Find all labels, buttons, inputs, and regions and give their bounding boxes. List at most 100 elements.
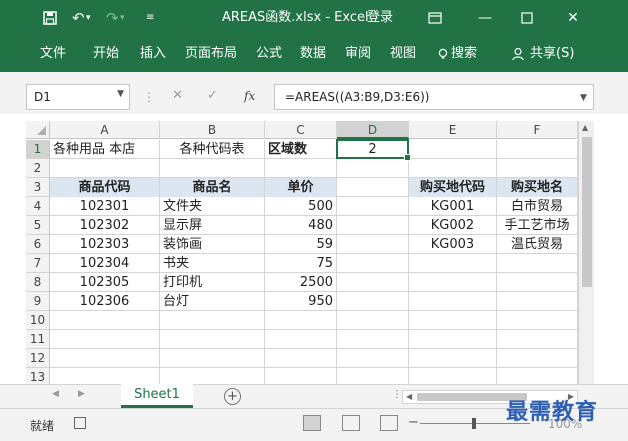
zoom-out-icon[interactable]: − — [408, 415, 419, 430]
cell-f6[interactable]: 温氏贸易 — [497, 235, 577, 254]
column-header-d[interactable]: D — [337, 121, 409, 139]
cell-b4[interactable]: 文件夹 — [160, 197, 264, 216]
select-all-button[interactable] — [26, 121, 50, 139]
worksheet-grid[interactable]: ▲ A B C D E F 1 2 3 4 5 6 7 8 9 10 11 12 13 各种用品 本店 各种代码表 区域数… — [0, 114, 628, 384]
maximize-icon[interactable] — [516, 8, 538, 28]
row-header-8[interactable]: 8 — [26, 273, 50, 292]
column-header-c[interactable]: C — [265, 121, 337, 139]
cell-a4[interactable]: 102301 — [50, 197, 159, 216]
scroll-up-icon[interactable]: ▲ — [582, 123, 588, 132]
row-header-13[interactable]: 13 — [26, 368, 50, 384]
tab-home[interactable]: 开始 — [93, 46, 119, 62]
cell-b5[interactable]: 显示屏 — [160, 216, 264, 235]
cell-a9[interactable]: 102306 — [50, 292, 159, 311]
sheet-tab-sheet1[interactable]: Sheet1 — [121, 384, 193, 408]
quick-access-dropdown-icon[interactable]: ≡ — [146, 9, 154, 27]
cell-b6[interactable]: 装饰画 — [160, 235, 264, 254]
undo-icon[interactable]: ↶ — [72, 9, 85, 27]
row-header-2[interactable]: 2 — [26, 159, 50, 178]
tab-file[interactable]: 文件 — [40, 46, 66, 62]
tab-formulas[interactable]: 公式 — [256, 46, 282, 62]
floppy-disk-icon[interactable] — [42, 9, 58, 27]
close-icon[interactable]: ✕ — [562, 8, 584, 28]
expand-formula-bar-icon[interactable]: ▼ — [574, 84, 594, 110]
cell-a8[interactable]: 102305 — [50, 273, 159, 292]
cell-e3[interactable]: 购买地代码 — [409, 178, 496, 197]
cell-c1[interactable]: 区域数 — [265, 140, 336, 159]
row-header-11[interactable]: 11 — [26, 330, 50, 349]
row-header-6[interactable]: 6 — [26, 235, 50, 254]
next-sheet-icon[interactable]: ▶ — [78, 389, 85, 399]
tab-review[interactable]: 审阅 — [345, 46, 371, 62]
formula-bar-splitter[interactable]: ⋮ — [143, 90, 155, 104]
page-layout-view-icon[interactable] — [342, 415, 360, 431]
macro-record-icon[interactable] — [74, 417, 86, 429]
login-link[interactable]: 登录 — [367, 10, 393, 26]
cell-c8[interactable]: 2500 — [265, 273, 336, 292]
share-button[interactable]: 共享(S) — [530, 46, 574, 62]
row-header-4[interactable]: 4 — [26, 197, 50, 216]
column-header-e[interactable]: E — [409, 121, 497, 139]
row-header-7[interactable]: 7 — [26, 254, 50, 273]
tab-data[interactable]: 数据 — [300, 46, 326, 62]
tell-me-search[interactable]: 搜索 — [451, 46, 477, 62]
cell-b7[interactable]: 书夹 — [160, 254, 264, 273]
cell-b9[interactable]: 台灯 — [160, 292, 264, 311]
cell-b1[interactable]: 各种代码表 — [160, 140, 264, 159]
tab-page-layout[interactable]: 页面布局 — [185, 46, 237, 62]
cell-e4[interactable]: KG001 — [409, 197, 496, 216]
column-header-a[interactable]: A — [50, 121, 160, 139]
vertical-scroll-thumb[interactable] — [582, 137, 592, 287]
cell-a3[interactable]: 商品代码 — [50, 178, 159, 197]
zoom-slider-handle[interactable] — [472, 418, 476, 429]
cell-c9[interactable]: 950 — [265, 292, 336, 311]
tab-view[interactable]: 视图 — [390, 46, 416, 62]
cancel-entry-icon[interactable]: ✕ — [172, 88, 183, 103]
page-break-view-icon[interactable] — [380, 415, 398, 431]
cell-a1[interactable]: 各种用品 本店 — [50, 140, 159, 159]
cell-b3[interactable]: 商品名 — [160, 178, 264, 197]
formula-text: =AREAS((A3:B9,D3:E6)) — [285, 90, 430, 104]
row-header-12[interactable]: 12 — [26, 349, 50, 368]
row-header-10[interactable]: 10 — [26, 311, 50, 330]
tab-splitter-icon[interactable]: ⋮ — [392, 389, 402, 400]
previous-sheet-icon[interactable]: ◀ — [52, 389, 59, 399]
chevron-down-icon[interactable]: ▼ — [117, 89, 124, 99]
cell-b8[interactable]: 打印机 — [160, 273, 264, 292]
cell-c3[interactable]: 单价 — [265, 178, 336, 197]
column-header-b[interactable]: B — [160, 121, 265, 139]
cell-c7[interactable]: 75 — [265, 254, 336, 273]
cell-f3[interactable]: 购买地名 — [497, 178, 577, 197]
row-header-3[interactable]: 3 — [26, 178, 50, 197]
share-person-icon[interactable] — [512, 47, 526, 61]
confirm-entry-icon[interactable]: ✓ — [207, 88, 218, 103]
cell-e6[interactable]: KG003 — [409, 235, 496, 254]
redo-icon[interactable]: ↷ — [106, 9, 119, 27]
row-header-5[interactable]: 5 — [26, 216, 50, 235]
ribbon-display-options-icon[interactable] — [424, 8, 446, 28]
row-header-1[interactable]: 1 — [26, 140, 50, 159]
column-header-f[interactable]: F — [497, 121, 578, 139]
cell-c6[interactable]: 59 — [265, 235, 336, 254]
insert-function-icon[interactable]: fx — [244, 89, 255, 103]
formula-input[interactable]: =AREAS((A3:B9,D3:E6)) — [274, 84, 594, 110]
cell-a7[interactable]: 102304 — [50, 254, 159, 273]
normal-view-icon[interactable] — [303, 415, 321, 431]
cell-c5[interactable]: 480 — [265, 216, 336, 235]
minimize-icon[interactable]: — — [474, 8, 496, 28]
redo-dropdown-icon[interactable]: ▾ — [120, 9, 125, 27]
cell-e5[interactable]: KG002 — [409, 216, 496, 235]
cell-a6[interactable]: 102303 — [50, 235, 159, 254]
cell-a5[interactable]: 102302 — [50, 216, 159, 235]
add-sheet-icon[interactable]: + — [224, 388, 241, 405]
row-header-9[interactable]: 9 — [26, 292, 50, 311]
vertical-scrollbar[interactable]: ▲ — [578, 121, 594, 384]
tab-insert[interactable]: 插入 — [140, 46, 166, 62]
cell-c4[interactable]: 500 — [265, 197, 336, 216]
name-box[interactable]: D1 ▼ — [26, 84, 130, 110]
lightbulb-search-icon[interactable] — [437, 48, 449, 60]
scroll-left-icon[interactable]: ◀ — [406, 392, 412, 401]
cell-f4[interactable]: 白市贸易 — [497, 197, 577, 216]
cell-f5[interactable]: 手工艺市场 — [497, 216, 577, 235]
undo-dropdown-icon[interactable]: ▾ — [86, 9, 91, 27]
